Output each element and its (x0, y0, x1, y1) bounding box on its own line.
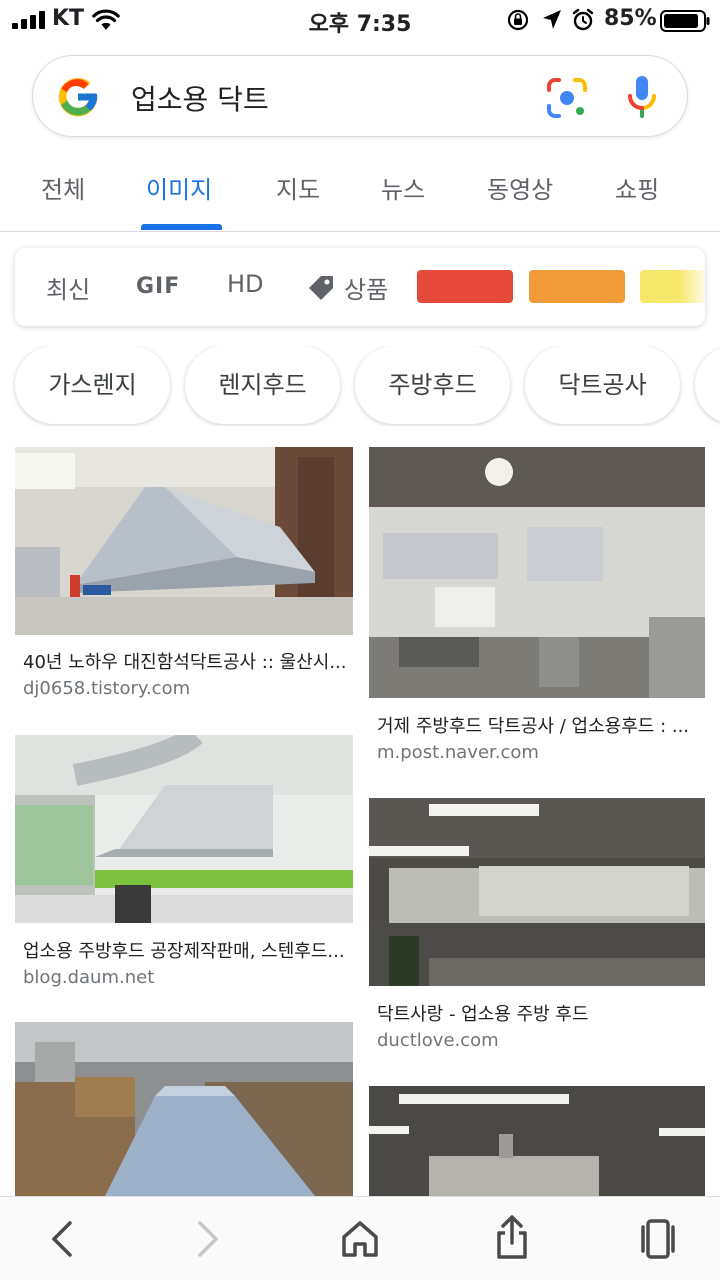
share-icon[interactable] (494, 1213, 530, 1261)
chip-duct-work[interactable]: 닥트공사 (525, 346, 680, 424)
filter-products[interactable]: 상품 (344, 270, 388, 305)
result-thumbnail[interactable] (15, 735, 353, 923)
result-thumbnail[interactable] (369, 798, 705, 986)
chip-range-hood[interactable]: 렌지후드 (185, 346, 340, 424)
home-icon[interactable] (340, 1217, 380, 1261)
browser-toolbar (0, 1196, 720, 1280)
status-bar: KT 오후 7:35 85% (0, 0, 720, 40)
tab-all[interactable]: 전체 (41, 170, 85, 205)
rotation-lock-icon (507, 9, 529, 31)
color-swatch-yellow[interactable] (640, 270, 705, 303)
result-domain: ductlove.com (377, 1030, 499, 1051)
result-thumbnail[interactable] (369, 447, 705, 698)
result-thumbnail[interactable] (15, 447, 353, 635)
image-filter-bar: 최신 GIF HD 상품 (15, 248, 705, 326)
tab-videos[interactable]: 동영상 (487, 170, 553, 205)
tab-maps[interactable]: 지도 (276, 170, 320, 205)
microphone-icon[interactable] (627, 74, 657, 120)
google-logo-icon[interactable] (55, 74, 101, 120)
color-swatch-orange[interactable] (529, 270, 625, 303)
tab-news[interactable]: 뉴스 (381, 170, 425, 205)
chip-kitchen-hood[interactable]: 주방후드 (355, 346, 510, 424)
image-result[interactable]: 업소용 주방후드 공장제작판매, 스텐후드... blog.daum.net (15, 735, 353, 997)
filter-hd[interactable]: HD (227, 270, 264, 298)
search-box[interactable]: 업소용 닥트 (32, 55, 688, 137)
chip-more[interactable] (695, 346, 720, 424)
tabs-icon[interactable] (638, 1217, 678, 1261)
tab-shopping[interactable]: 쇼핑 (615, 170, 659, 205)
result-title[interactable]: 업소용 주방후드 공장제작판매, 스텐후드... (23, 937, 345, 963)
color-swatch-red[interactable] (417, 270, 513, 303)
forward-icon[interactable] (196, 1217, 222, 1261)
search-tabs: 전체 이미지 지도 뉴스 동영상 쇼핑 (0, 150, 720, 232)
location-icon (543, 10, 561, 29)
filter-gif[interactable]: GIF (136, 274, 180, 299)
back-icon[interactable] (48, 1217, 74, 1261)
google-lens-icon[interactable] (545, 76, 589, 120)
battery-percent: 85% (604, 6, 657, 31)
result-thumbnail[interactable] (15, 1022, 353, 1196)
alarm-icon (572, 8, 594, 31)
image-result[interactable]: 닥트사랑 - 업소용 주방 후드 ductlove.com (369, 798, 705, 1060)
related-search-chips: 가스렌지 렌지후드 주방후드 닥트공사 (0, 346, 720, 426)
result-domain: m.post.naver.com (377, 742, 539, 763)
image-result[interactable] (369, 1086, 705, 1196)
tab-images[interactable]: 이미지 (146, 170, 212, 205)
result-title[interactable]: 거제 주방후드 닥트공사 / 업소용후드 : ... (377, 712, 689, 738)
tag-icon (309, 276, 333, 300)
result-title[interactable]: 닥트사랑 - 업소용 주방 후드 (377, 1000, 589, 1026)
battery-icon (660, 10, 710, 32)
active-tab-indicator (141, 224, 222, 230)
result-domain: dj0658.tistory.com (23, 678, 191, 699)
search-query[interactable]: 업소용 닥트 (131, 78, 269, 118)
chip-gas-range[interactable]: 가스렌지 (15, 346, 170, 424)
result-title[interactable]: 40년 노하우 대진함석닥트공사 :: 울산시... (23, 648, 346, 674)
result-thumbnail[interactable] (369, 1086, 705, 1196)
image-result[interactable] (15, 1022, 353, 1196)
image-result[interactable]: 40년 노하우 대진함석닥트공사 :: 울산시... dj0658.tistor… (15, 447, 353, 707)
image-result[interactable]: 거제 주방후드 닥트공사 / 업소용후드 : ... m.post.naver.… (369, 447, 705, 770)
filter-newest[interactable]: 최신 (46, 270, 90, 305)
result-domain: blog.daum.net (23, 967, 155, 988)
